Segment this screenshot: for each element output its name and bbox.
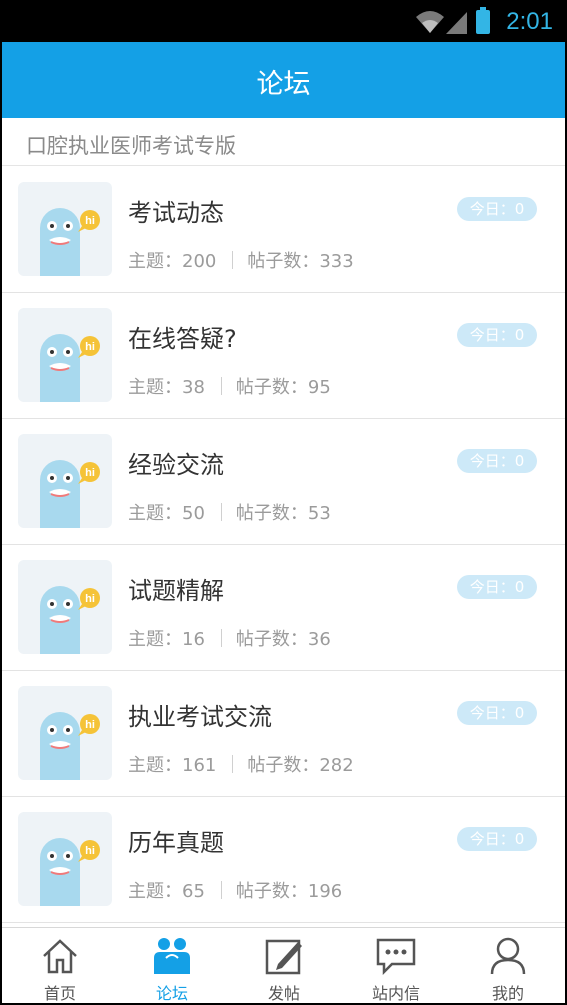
topic-count: 主题：50 — [128, 503, 205, 524]
svg-text:hi: hi — [85, 215, 95, 227]
svg-text:hi: hi — [85, 341, 95, 353]
forum-name: 执业考试交流 — [128, 703, 272, 731]
divider — [220, 881, 222, 899]
post-count: 帖子数：333 — [247, 251, 354, 272]
forum-name: 试题精解 — [128, 577, 224, 605]
today-badge: 今日：0 — [457, 827, 537, 851]
forum-stats: 主题：16 帖子数：36 — [128, 625, 331, 651]
post-count: 帖子数：95 — [235, 377, 331, 398]
page-title: 论坛 — [256, 69, 311, 100]
divider — [220, 629, 222, 647]
home-icon — [43, 939, 77, 974]
section-header: 口腔执业医师考试专版 — [2, 118, 565, 166]
forum-name: 历年真题 — [128, 829, 224, 857]
tab-label: 站内信 — [371, 984, 420, 1003]
forum-stats: 主题：161 帖子数：282 — [128, 751, 354, 777]
post-count: 帖子数：282 — [247, 755, 354, 776]
svg-text:hi: hi — [85, 593, 95, 605]
post-count: 帖子数：36 — [235, 629, 331, 650]
status-bar: 2:01 — [2, 2, 565, 42]
post-count: 帖子数：196 — [235, 881, 343, 902]
forum-item[interactable]: hi 执业考试交流 主题：161 帖子数：282 今日：0 — [2, 671, 565, 797]
forum-item[interactable]: hi 经验交流 主题：50 帖子数：53 今日：0 — [2, 419, 565, 545]
divider — [220, 377, 222, 395]
svg-text:hi: hi — [85, 845, 95, 857]
forum-icon — [154, 938, 190, 974]
forum-name: 考试动态 — [128, 199, 224, 227]
tab-label: 论坛 — [155, 984, 188, 1003]
forum-item[interactable]: hi 历年真题 主题：65 帖子数：196 今日：0 — [2, 797, 565, 923]
today-badge: 今日：0 — [457, 323, 537, 347]
tab-label: 我的 — [491, 984, 524, 1003]
topic-count: 主题：65 — [128, 881, 205, 902]
forum-item[interactable]: hi 在线答疑? 主题：38 帖子数：95 今日：0 — [2, 293, 565, 419]
mascot-icon: hi — [18, 182, 112, 276]
forum-stats: 主题：50 帖子数：53 — [128, 499, 331, 525]
forum-name: 经验交流 — [128, 451, 224, 479]
battery-icon — [476, 7, 490, 34]
clock: 2:01 — [506, 8, 553, 35]
divider — [220, 503, 222, 521]
forum-name: 在线答疑? — [128, 325, 237, 353]
svg-text:hi: hi — [85, 719, 95, 731]
forum-item[interactable]: hi 考试动态 主题：200 帖子数：333 今日：0 — [2, 167, 565, 293]
topic-count: 主题：16 — [128, 629, 205, 650]
tab-forum[interactable]: 论坛 — [116, 928, 228, 1004]
forum-stats: 主题：200 帖子数：333 — [128, 247, 354, 273]
forum-list: hi 考试动态 主题：200 帖子数：333 今日：0 hi 在线答疑? 主题：… — [2, 167, 565, 923]
divider — [232, 251, 234, 269]
topic-count: 主题：38 — [128, 377, 205, 398]
section-title: 口腔执业医师考试专版 — [26, 134, 236, 158]
nav-bar: 论坛 — [2, 42, 565, 118]
signal-icon — [446, 12, 467, 34]
forum-stats: 主题：38 帖子数：95 — [128, 373, 331, 399]
svg-text:hi: hi — [85, 467, 95, 479]
today-badge: 今日：0 — [457, 575, 537, 599]
tab-compose[interactable]: 发帖 — [228, 928, 340, 1004]
topic-count: 主题：200 — [128, 251, 217, 272]
mascot-icon: hi — [18, 308, 112, 402]
profile-icon — [490, 937, 526, 975]
tab-home[interactable]: 首页 — [4, 928, 116, 1004]
today-badge: 今日：0 — [457, 701, 537, 725]
topic-count: 主题：161 — [128, 755, 217, 776]
tab-messages[interactable]: 站内信 — [340, 928, 452, 1004]
compose-icon — [265, 939, 302, 975]
wifi-icon — [416, 11, 444, 33]
today-badge: 今日：0 — [457, 449, 537, 473]
divider — [232, 755, 234, 773]
mascot-icon: hi — [18, 434, 112, 528]
mascot-icon: hi — [18, 812, 112, 906]
mascot-icon: hi — [18, 686, 112, 780]
mascot-icon: hi — [18, 560, 112, 654]
tab-label: 首页 — [43, 984, 76, 1003]
forum-stats: 主题：65 帖子数：196 — [128, 877, 342, 903]
message-icon — [376, 938, 416, 976]
post-count: 帖子数：53 — [235, 503, 331, 524]
tab-bar: 首页 论坛 发帖 站内信 我的 — [2, 927, 565, 1003]
tab-profile[interactable]: 我的 — [452, 928, 564, 1004]
today-badge: 今日：0 — [457, 197, 537, 221]
forum-item[interactable]: hi 试题精解 主题：16 帖子数：36 今日：0 — [2, 545, 565, 671]
tab-label: 发帖 — [267, 984, 300, 1003]
